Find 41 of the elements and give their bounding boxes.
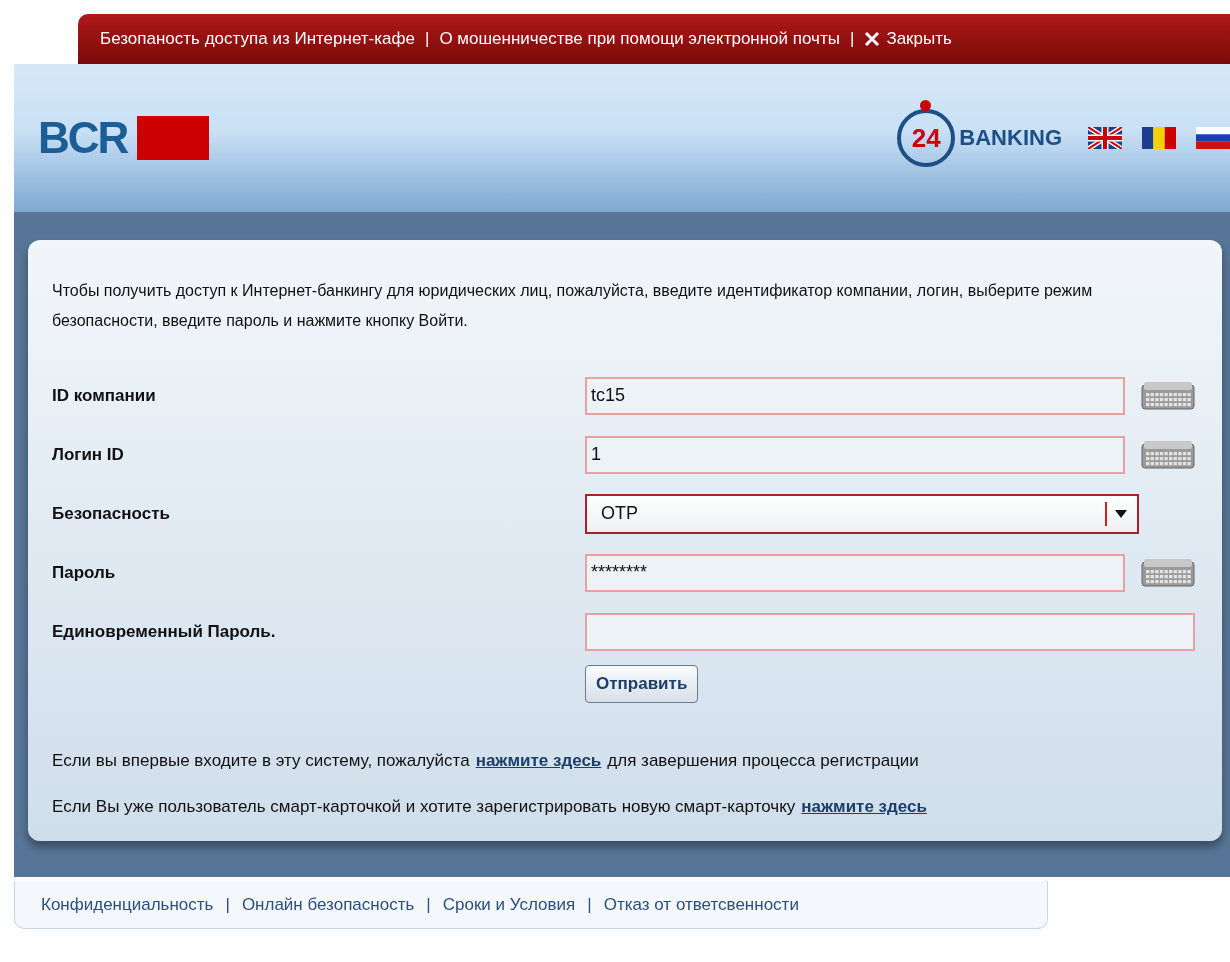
- password-field[interactable]: ********: [585, 553, 1125, 592]
- select-value: OTP: [601, 503, 639, 524]
- close-button[interactable]: Закрыть: [864, 29, 952, 49]
- input-field[interactable]: 1: [585, 435, 1125, 474]
- top-link[interactable]: О мошенничестве при помощи электронной почты: [439, 29, 840, 49]
- banking-label: BANKING: [959, 125, 1062, 151]
- badge-dot-icon: [920, 100, 932, 111]
- field-label: Логин ID: [52, 444, 125, 465]
- romania-flag-icon[interactable]: [1142, 127, 1176, 149]
- bank-logo: BCR: [38, 113, 128, 163]
- input-field[interactable]: tc15: [585, 376, 1125, 415]
- field-label: ID компании: [52, 385, 157, 406]
- register-link[interactable]: нажмите здесь: [801, 797, 927, 816]
- keyboard-icon[interactable]: [1141, 557, 1195, 588]
- register-link[interactable]: нажмите здесь: [475, 751, 602, 770]
- footer-link[interactable]: Отказ от ответсвенности: [603, 894, 799, 915]
- russia-flag-icon[interactable]: [1196, 127, 1230, 149]
- close-icon: [864, 31, 881, 47]
- field-label: Безопасность: [52, 503, 171, 524]
- separator: |: [587, 894, 592, 915]
- uk-flag-icon[interactable]: [1088, 127, 1122, 149]
- input-field[interactable]: [585, 612, 1195, 651]
- security-select[interactable]: OTP: [585, 493, 1139, 534]
- top-link[interactable]: Безопаность доступа из Интернет-кафе: [100, 29, 415, 49]
- banking-badge: 24: [897, 109, 956, 167]
- footer-link[interactable]: Сроки и Условия: [442, 894, 576, 915]
- dropdown-arrow-icon: [1115, 509, 1127, 518]
- separator: |: [424, 29, 430, 49]
- submit-button[interactable]: Отправить: [585, 665, 699, 703]
- field-label: Единовременный Пароль.: [52, 621, 277, 642]
- field-label: Пароль: [52, 562, 117, 583]
- keyboard-icon[interactable]: [1141, 380, 1195, 411]
- registration-note: Если вы впервые входите в эту систему, пожалуйста нажмите здесь для завершения процесса регистрации: [52, 751, 920, 771]
- footer-link[interactable]: Конфиденциальность: [41, 894, 214, 915]
- intro-text: Чтобы получить доступ к Интернет-банкингу для юридических лиц, пожалуйста, введите идентификатор компании, логин, выберите режим безопасности, введите пароль и нажмите кнопку Войти.: [52, 281, 1094, 331]
- separator: |: [426, 894, 431, 915]
- separator: |: [849, 29, 855, 49]
- keyboard-icon[interactable]: [1141, 439, 1195, 470]
- separator: |: [225, 894, 230, 915]
- footer-link[interactable]: Онлайн безопасность: [241, 894, 415, 915]
- registration-note: Если Вы уже пользователь смарт-карточкой и хотите зарегистрировать новую смарт-карточку нажмите здесь: [52, 797, 928, 817]
